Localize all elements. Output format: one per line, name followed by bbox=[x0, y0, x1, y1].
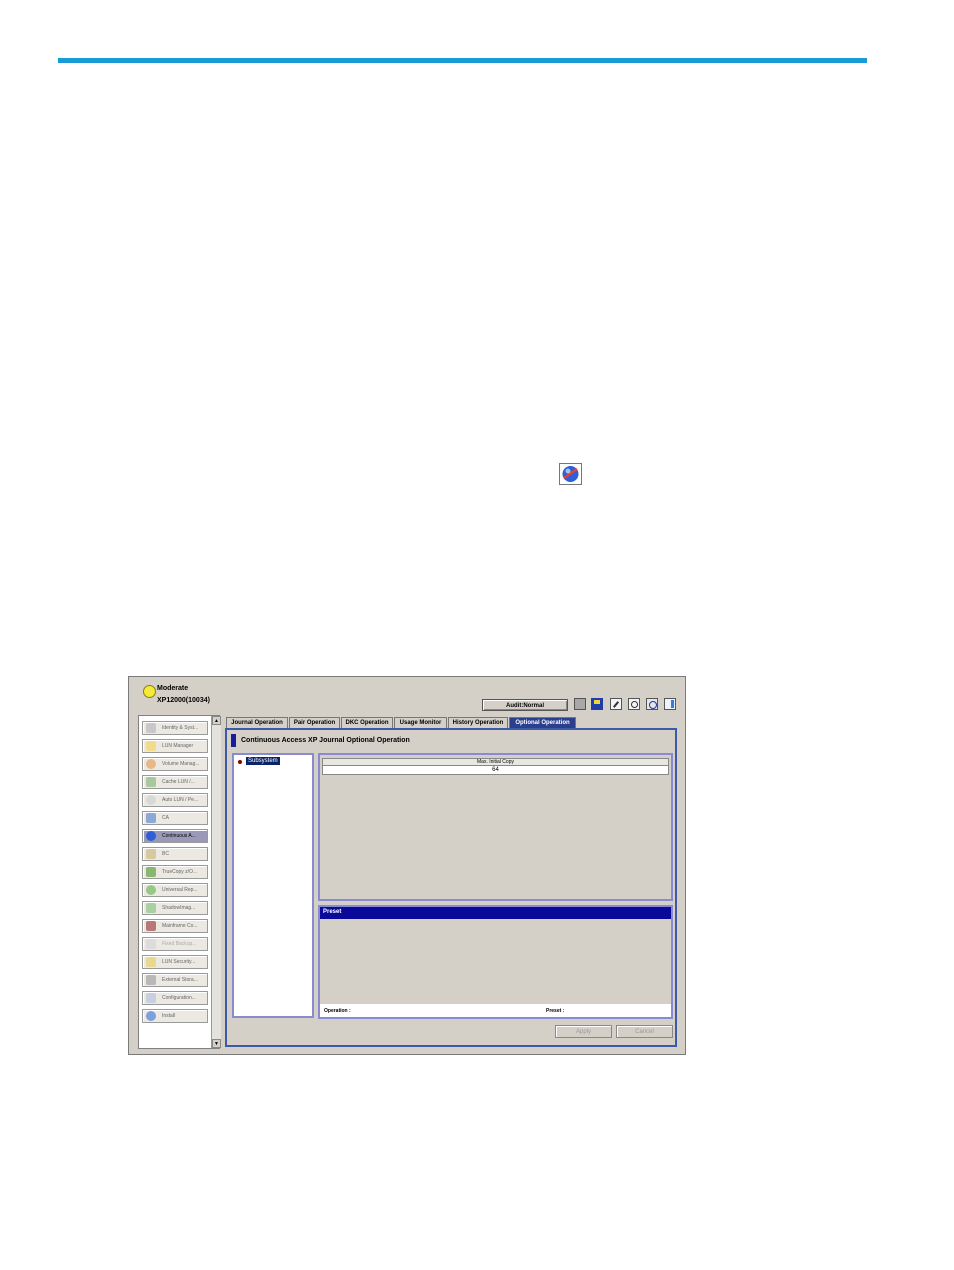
tree-node-bullet-icon bbox=[238, 760, 242, 764]
sidebar-scrollbar[interactable]: ▲ ▼ bbox=[211, 716, 221, 1048]
audit-mode-button[interactable]: Audit:Normal bbox=[482, 699, 568, 711]
sidebar-item-fixed-backup[interactable]: Fixed Backup... bbox=[142, 937, 208, 951]
exit-icon[interactable] bbox=[664, 698, 676, 710]
configuration-icon bbox=[146, 993, 156, 1003]
identity-icon bbox=[146, 723, 156, 733]
scroll-up-arrow[interactable]: ▲ bbox=[212, 716, 221, 725]
sidebar-item-continuous-access[interactable]: Continuous A... bbox=[142, 829, 208, 843]
sidebar-item-cache-lun[interactable]: Cache LUN /... bbox=[142, 775, 208, 789]
header-rule bbox=[58, 58, 867, 63]
status-light-icon bbox=[143, 685, 156, 698]
sidebar-item-volume-manager[interactable]: Volume Manag... bbox=[142, 757, 208, 771]
volume-manager-icon bbox=[146, 759, 156, 769]
cache-lun-icon bbox=[146, 777, 156, 787]
disabled-tool-icon[interactable] bbox=[574, 698, 586, 710]
preset-count-label: Preset : bbox=[546, 1008, 565, 1014]
tab-journal-operation[interactable]: Journal Operation bbox=[226, 717, 288, 728]
sidebar-item-ca[interactable]: CA bbox=[142, 811, 208, 825]
sidebar-item-mainframe[interactable]: Mainframe Co... bbox=[142, 919, 208, 933]
save-icon[interactable] bbox=[591, 698, 603, 710]
apply-button[interactable]: Apply bbox=[555, 1025, 612, 1038]
external-storage-icon bbox=[146, 975, 156, 985]
edit-arrow-icon[interactable] bbox=[610, 698, 622, 710]
fixed-backup-icon bbox=[146, 939, 156, 949]
settings-table-panel: Max. Initial Copy 64 bbox=[318, 753, 673, 901]
continuous-access-icon bbox=[559, 463, 582, 485]
sidebar-item-universal-replicator[interactable]: Universal Rep... bbox=[142, 883, 208, 897]
sidebar-item-bc[interactable]: BC bbox=[142, 847, 208, 861]
sidebar-item-external-storage[interactable]: External Stora... bbox=[142, 973, 208, 987]
preset-panel: Preset Operation : Preset : bbox=[318, 905, 673, 1019]
preset-status-bar: Operation : Preset : bbox=[320, 1004, 671, 1017]
ca-icon bbox=[146, 813, 156, 823]
preset-title: Preset bbox=[323, 909, 342, 915]
tab-optional-operation[interactable]: Optional Operation bbox=[509, 717, 576, 728]
sidebar-item-truecopy[interactable]: TrueCopy z/O... bbox=[142, 865, 208, 879]
lun-security-icon bbox=[146, 957, 156, 967]
sidebar-item-shadowimage[interactable]: ShadowImag... bbox=[142, 901, 208, 915]
sidebar-item-identity[interactable]: Identity & Syst... bbox=[142, 721, 208, 735]
storage-navigator-window: Moderate XP12000(10034) Audit:Normal Ide… bbox=[128, 676, 686, 1055]
column-header-max-initial-copy[interactable]: Max. Initial Copy bbox=[322, 758, 669, 766]
operation-label: Operation : bbox=[324, 1008, 351, 1014]
panel-title: Continuous Access XP Journal Optional Op… bbox=[241, 737, 410, 744]
sidebar-item-lun-manager[interactable]: LUN Manager bbox=[142, 739, 208, 753]
document-search-icon[interactable] bbox=[628, 698, 640, 710]
subsystem-tree: Subsystem bbox=[232, 753, 314, 1018]
sidebar-item-install[interactable]: Install bbox=[142, 1009, 208, 1023]
universal-replicator-icon bbox=[146, 885, 156, 895]
title-marker bbox=[231, 734, 236, 747]
shadowimage-icon bbox=[146, 903, 156, 913]
sidebar-item-lun-security[interactable]: LUN Security... bbox=[142, 955, 208, 969]
sidebar-item-configuration[interactable]: Configuration... bbox=[142, 991, 208, 1005]
program-sidebar: Identity & Syst... LUN Manager Volume Ma… bbox=[138, 715, 221, 1049]
tab-dkc-operation[interactable]: DKC Operation bbox=[341, 717, 393, 728]
lun-manager-icon bbox=[146, 741, 156, 751]
truecopy-icon bbox=[146, 867, 156, 877]
tab-usage-monitor[interactable]: Usage Monitor bbox=[394, 717, 447, 728]
status-text: Moderate bbox=[157, 685, 189, 692]
auto-lun-icon bbox=[146, 795, 156, 805]
install-icon bbox=[146, 1011, 156, 1021]
sidebar-item-auto-lun[interactable]: Auto LUN / Pe... bbox=[142, 793, 208, 807]
refresh-icon[interactable] bbox=[646, 698, 658, 710]
system-name: XP12000(10034) bbox=[157, 697, 210, 704]
scroll-down-arrow[interactable]: ▼ bbox=[212, 1039, 221, 1048]
preset-title-bar: Preset bbox=[320, 907, 671, 919]
optional-operation-panel: Continuous Access XP Journal Optional Op… bbox=[225, 728, 677, 1047]
tab-history-operation[interactable]: History Operation bbox=[448, 717, 508, 728]
table-cell-max-initial-copy[interactable]: 64 bbox=[322, 766, 669, 775]
continuous-access-icon bbox=[146, 831, 156, 841]
mainframe-icon bbox=[146, 921, 156, 931]
cancel-button[interactable]: Cancel bbox=[616, 1025, 673, 1038]
tab-pair-operation[interactable]: Pair Operation bbox=[289, 717, 340, 728]
bc-icon bbox=[146, 849, 156, 859]
tree-node-subsystem[interactable]: Subsystem bbox=[246, 757, 280, 765]
